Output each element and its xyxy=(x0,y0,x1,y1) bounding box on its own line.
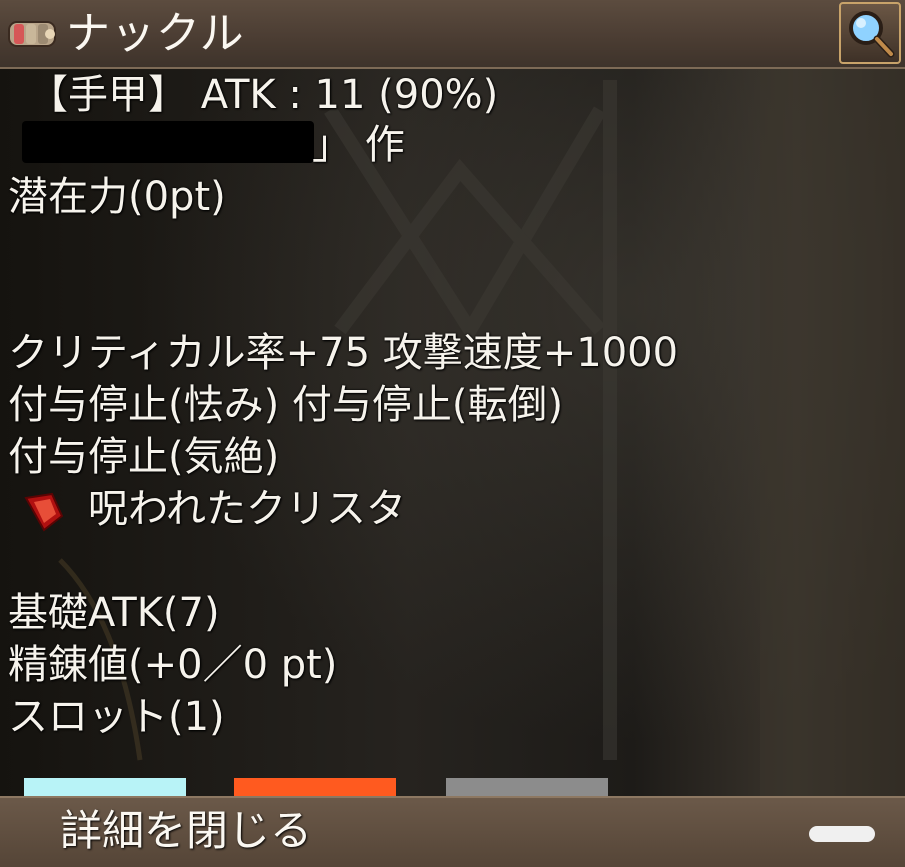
cursed-crystal-icon xyxy=(24,492,64,532)
redacted-maker-name xyxy=(22,121,314,163)
stat-line: クリティカル率+75 攻撃速度+1000 xyxy=(8,330,679,376)
tab-cyan[interactable] xyxy=(24,778,186,798)
stat-line: 付与停止(怯み) 付与停止(転倒) xyxy=(8,382,564,428)
potential: 潜在力(0pt) xyxy=(8,174,226,220)
magnifier-icon xyxy=(849,11,895,58)
maker-suffix: 」 作 xyxy=(312,122,405,168)
stat-line: 付与停止(気絶) xyxy=(8,434,280,480)
item-name: ナックル xyxy=(66,8,245,59)
tab-orange[interactable] xyxy=(234,778,396,798)
crystal-name: 呪われたクリスタ xyxy=(88,486,406,532)
scroll-indicator xyxy=(809,826,875,842)
knuckle-icon xyxy=(8,21,56,47)
item-type-atk: 【手甲】 ATK : 11 (90%) xyxy=(28,72,499,118)
slot-count: スロット(1) xyxy=(8,694,225,740)
base-atk: 基礎ATK(7) xyxy=(8,590,220,636)
item-title-bar: ナックル xyxy=(0,0,905,69)
close-details-button[interactable]: 詳細を閉じる xyxy=(60,802,312,860)
tab-gray[interactable] xyxy=(446,778,608,798)
search-button[interactable] xyxy=(839,2,901,64)
refine-value: 精錬値(+0／0 pt) xyxy=(8,642,338,688)
footer-bar: 詳細を閉じる xyxy=(0,796,905,867)
